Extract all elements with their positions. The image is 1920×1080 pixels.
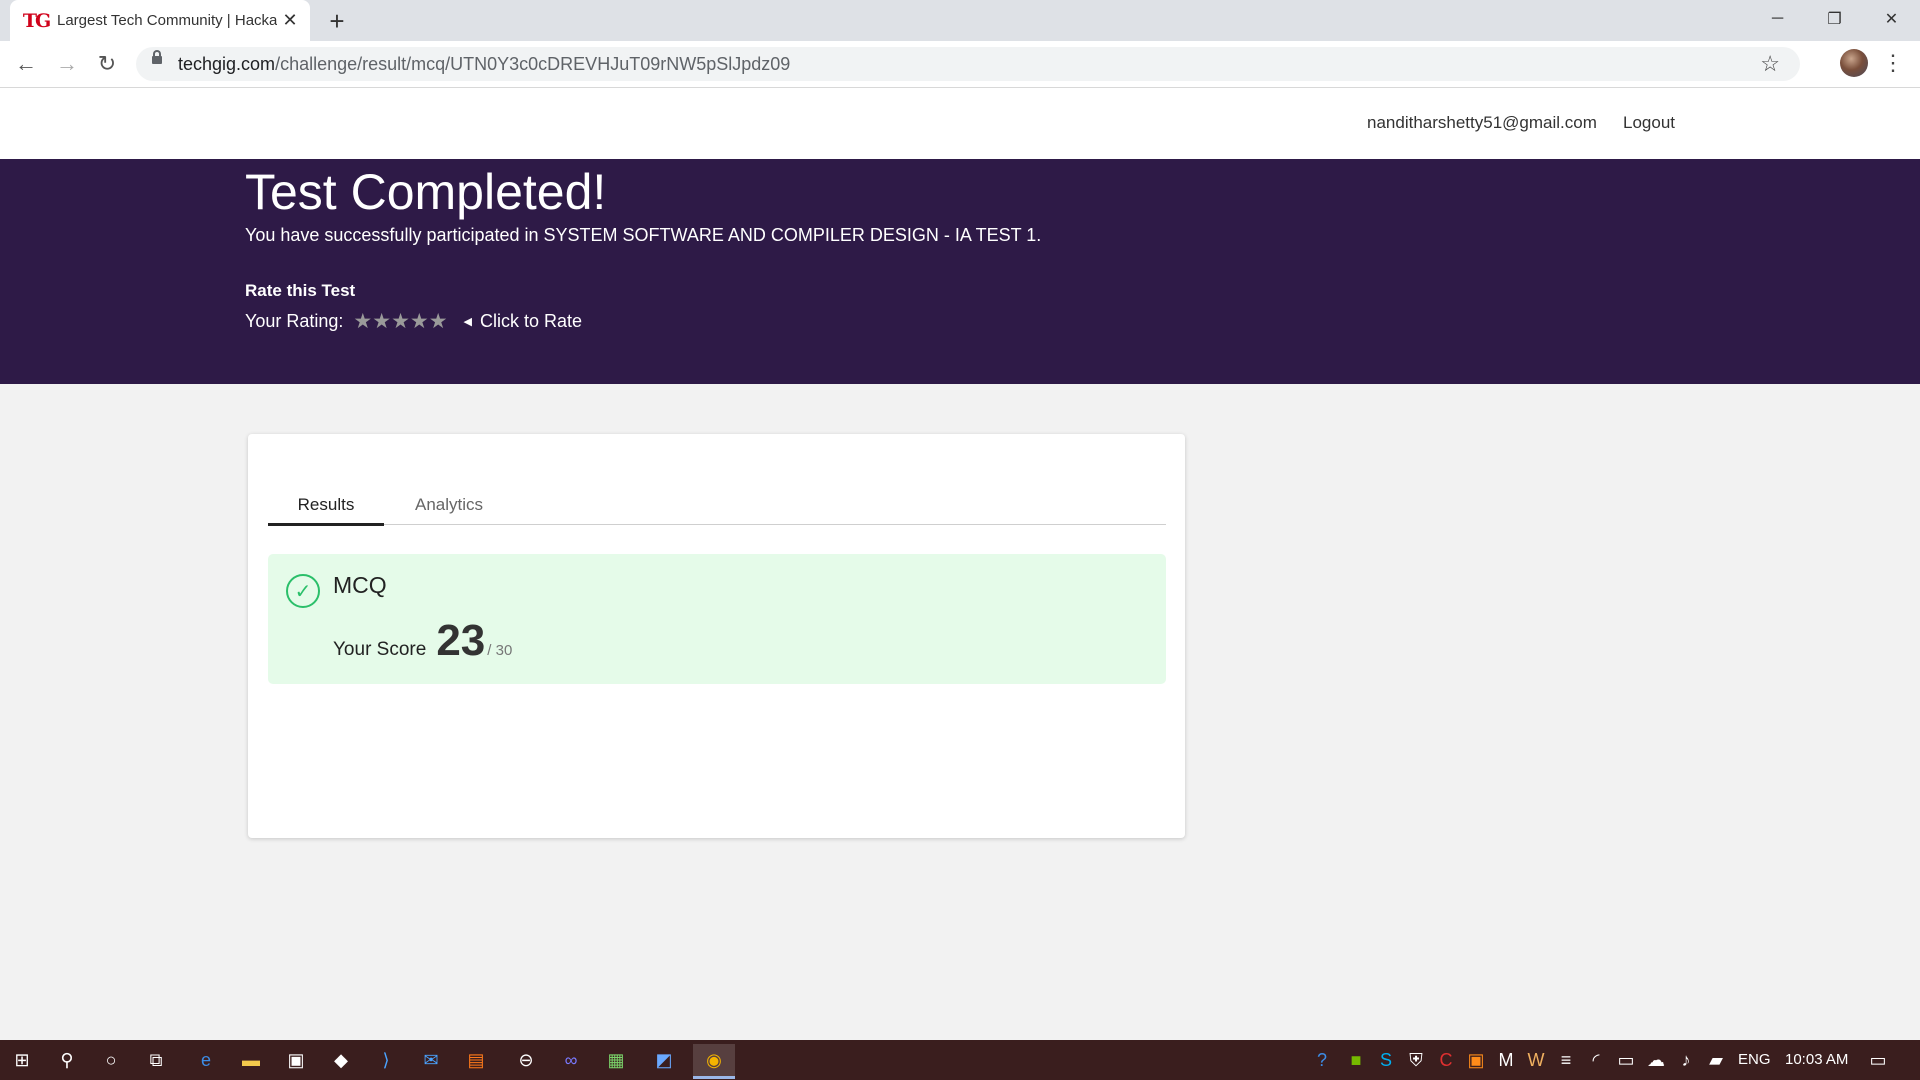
star-icon[interactable]: ★ <box>353 311 372 332</box>
app-tray-icon[interactable]: ▰ <box>1700 1044 1732 1076</box>
browser-toolbar: ← → ↻ techgig.com/challenge/result/mcq/U… <box>0 41 1920 88</box>
mail-icon[interactable]: ✉ <box>415 1044 447 1076</box>
wifi-icon[interactable]: ◜ <box>1580 1044 1612 1076</box>
star-icon[interactable]: ★ <box>372 311 391 332</box>
star-icon[interactable]: ★ <box>410 311 429 332</box>
profile-avatar[interactable] <box>1840 49 1868 77</box>
app-icon[interactable]: ▤ <box>460 1044 492 1076</box>
participation-message: You have successfully participated in SY… <box>245 225 1042 245</box>
techgig-favicon-icon: TG <box>22 9 51 32</box>
bookmark-star-icon[interactable]: ☆ <box>1760 51 1780 77</box>
chrome-icon[interactable]: ◉ <box>693 1044 735 1079</box>
tab-title: Largest Tech Community | Hackathons <box>57 12 277 29</box>
star-icon[interactable]: ★ <box>429 311 448 332</box>
cloud-icon[interactable]: ☁ <box>1640 1044 1672 1076</box>
battery-icon[interactable]: ▭ <box>1610 1044 1642 1076</box>
notepad-icon[interactable]: ▦ <box>600 1044 632 1076</box>
rate-test-heading: Rate this Test <box>245 281 356 300</box>
logout-link[interactable]: Logout <box>1623 113 1675 133</box>
edge-icon[interactable]: e <box>190 1044 222 1076</box>
score-row: Your Score 23 / 30 <box>333 616 512 666</box>
site-header: nanditharshetty51@gmail.com Logout <box>0 88 1920 159</box>
check-circle-icon: ✓ <box>286 574 320 608</box>
url-text: techgig.com/challenge/result/mcq/UTN0Y3c… <box>178 54 791 74</box>
browser-title-bar: TG Largest Tech Community | Hackathons ✕… <box>0 0 1920 41</box>
test-completed-banner: Test Completed! You have successfully pa… <box>0 159 1920 384</box>
volume-icon[interactable]: ♪ <box>1670 1044 1702 1076</box>
app-tray-icon[interactable]: ▣ <box>1460 1044 1492 1076</box>
shield-icon[interactable]: ⛨ <box>1400 1044 1432 1076</box>
star-rating[interactable]: ★ ★ ★ ★ ★ <box>353 311 448 332</box>
score-total: / 30 <box>487 642 513 659</box>
tab-analytics[interactable]: Analytics <box>384 486 514 524</box>
skype-icon[interactable]: S <box>1370 1044 1402 1076</box>
minimize-button[interactable]: ─ <box>1749 0 1806 38</box>
forward-icon[interactable]: → <box>51 48 83 80</box>
windows-start-icon[interactable]: ⊞ <box>6 1044 38 1076</box>
search-icon[interactable]: ⚲ <box>51 1044 83 1076</box>
clock[interactable]: 10:03 AM <box>1785 1051 1848 1068</box>
task-view-icon[interactable]: ⧉ <box>140 1044 172 1076</box>
rating-row: Your Rating: ★ ★ ★ ★ ★ ◀ Click to Rate <box>245 311 582 332</box>
vscode-icon[interactable]: ⟩ <box>370 1044 402 1076</box>
back-icon[interactable]: ← <box>10 48 42 80</box>
store-icon[interactable]: ▣ <box>280 1044 312 1076</box>
tab-close-icon[interactable]: ✕ <box>280 10 300 30</box>
click-to-rate-text: Click to Rate <box>480 311 583 331</box>
dropbox-icon[interactable]: ◆ <box>325 1044 357 1076</box>
user-email[interactable]: nanditharshetty51@gmail.com <box>1367 113 1597 133</box>
new-tab-button[interactable]: + <box>322 6 352 36</box>
score-label: Your Score <box>333 639 427 660</box>
restore-button[interactable]: ❐ <box>1806 0 1863 38</box>
help-icon[interactable]: ? <box>1306 1044 1338 1076</box>
app-tray-icon[interactable]: M <box>1490 1044 1522 1076</box>
page-title: Test Completed! <box>245 164 607 220</box>
lock-icon <box>152 50 162 64</box>
results-card: Results Analytics ✓ MCQ Your Score 23 / … <box>248 434 1185 838</box>
notifications-icon[interactable]: ▭ <box>1862 1044 1894 1076</box>
close-window-button[interactable]: ✕ <box>1863 0 1920 38</box>
address-bar[interactable]: techgig.com/challenge/result/mcq/UTN0Y3c… <box>136 47 1800 81</box>
cortana-icon[interactable]: ○ <box>95 1044 127 1076</box>
app-icon[interactable]: ◩ <box>648 1044 680 1076</box>
caret-left-icon: ◀ <box>463 316 473 328</box>
windows-taskbar: ⊞ ⚲ ○ ⧉ e ▬ ▣ ◆ ⟩ ✉ ▤ ⊖ ∞ ▦ ◩ ◉ ? ■ S ⛨ … <box>0 1040 1920 1080</box>
app-tray-icon[interactable]: ≡ <box>1550 1044 1582 1076</box>
section-name: MCQ <box>333 572 387 598</box>
rating-label: Your Rating: <box>245 311 344 331</box>
result-tabs: Results Analytics <box>268 486 1166 526</box>
language-indicator[interactable]: ENG <box>1738 1051 1771 1068</box>
app-tray-icon[interactable]: C <box>1430 1044 1462 1076</box>
star-icon[interactable]: ★ <box>391 311 410 332</box>
app-tray-icon[interactable]: W <box>1520 1044 1552 1076</box>
tab-results[interactable]: Results <box>268 486 384 526</box>
app-icon[interactable]: ∞ <box>555 1044 587 1076</box>
mcq-result-box: ✓ MCQ Your Score 23 / 30 <box>268 554 1166 684</box>
browser-tab[interactable]: TG Largest Tech Community | Hackathons ✕ <box>10 0 310 41</box>
file-explorer-icon[interactable]: ▬ <box>235 1044 267 1076</box>
nvidia-icon[interactable]: ■ <box>1340 1044 1372 1076</box>
score-value: 23 <box>436 616 486 665</box>
reload-icon[interactable]: ↻ <box>91 48 123 80</box>
app-icon[interactable]: ⊖ <box>510 1044 542 1076</box>
browser-menu-icon[interactable]: ⋮ <box>1882 48 1904 78</box>
